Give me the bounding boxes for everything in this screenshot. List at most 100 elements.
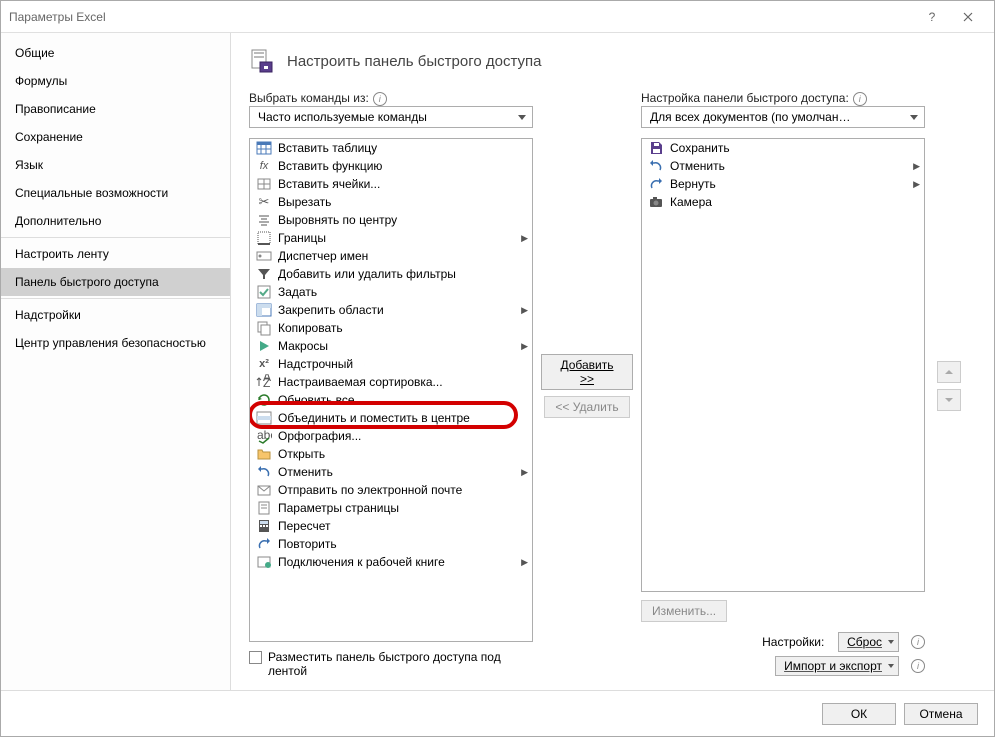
border-icon xyxy=(256,230,272,246)
info-icon[interactable]: i xyxy=(373,92,387,106)
command-item[interactable]: Повторить xyxy=(250,535,532,553)
command-item[interactable]: Копировать xyxy=(250,319,532,337)
command-item[interactable]: Макросы ▶ xyxy=(250,337,532,355)
sidebar-item[interactable]: Надстройки xyxy=(1,301,230,329)
sidebar-item[interactable]: Дополнительно xyxy=(1,207,230,235)
move-down-button[interactable] xyxy=(937,389,961,411)
table-icon xyxy=(256,140,272,156)
svg-text:abc: abc xyxy=(257,428,272,442)
category-sidebar: ОбщиеФормулыПравописаниеСохранениеЯзыкСп… xyxy=(1,33,231,690)
page-title: Настроить панель быстрого доступа xyxy=(287,53,541,70)
command-item[interactable]: Сохранить xyxy=(642,139,924,157)
recalc-icon xyxy=(256,518,272,534)
command-label: Параметры страницы xyxy=(278,501,528,515)
command-item[interactable]: Параметры страницы xyxy=(250,499,532,517)
page-icon xyxy=(256,500,272,516)
choose-commands-select[interactable]: Часто используемые команды xyxy=(249,106,533,128)
info-icon[interactable]: i xyxy=(911,635,925,649)
freeze-icon xyxy=(256,302,272,318)
current-qat-list[interactable]: СохранитьОтменить▶Вернуть▶Камера xyxy=(641,138,925,592)
command-item[interactable]: Отправить по электронной почте xyxy=(250,481,532,499)
command-item[interactable]: Вернуть▶ xyxy=(642,175,924,193)
command-item[interactable]: Обновить все xyxy=(250,391,532,409)
sidebar-item[interactable]: Специальные возможности xyxy=(1,179,230,207)
command-item[interactable]: AZНастраиваемая сортировка... xyxy=(250,373,532,391)
command-item[interactable]: Границы▶ xyxy=(250,229,532,247)
add-button[interactable]: Добавить >> xyxy=(541,354,633,390)
command-item[interactable]: ✂Вырезать xyxy=(250,193,532,211)
remove-button[interactable]: << Удалить xyxy=(544,396,629,418)
camera-icon xyxy=(648,194,664,210)
info-icon[interactable]: i xyxy=(911,659,925,673)
modify-button[interactable]: Изменить... xyxy=(641,600,727,622)
command-item[interactable]: Вставить таблицу xyxy=(250,139,532,157)
command-label: Пересчет xyxy=(278,519,528,533)
move-up-button[interactable] xyxy=(937,361,961,383)
command-label: Отправить по электронной почте xyxy=(278,483,528,497)
sidebar-item[interactable]: Центр управления безопасностью xyxy=(1,329,230,357)
command-item[interactable]: Задать xyxy=(250,283,532,301)
command-item[interactable]: abc Орфография... xyxy=(250,427,532,445)
ok-button[interactable]: ОК xyxy=(822,703,896,725)
refresh-icon xyxy=(256,392,272,408)
undo-icon xyxy=(648,158,664,174)
command-item[interactable]: Добавить или удалить фильтры xyxy=(250,265,532,283)
command-label: Настраиваемая сортировка... xyxy=(278,375,528,389)
settings-label: Настройки: xyxy=(762,635,830,649)
command-item[interactable]: Выровнять по центру xyxy=(250,211,532,229)
sidebar-item[interactable]: Настроить ленту xyxy=(1,240,230,268)
filter-icon xyxy=(256,266,272,282)
import-export-button[interactable]: Импорт и экспорт xyxy=(775,656,899,676)
command-label: Вставить таблицу xyxy=(278,141,528,155)
command-item[interactable]: Подключения к рабочей книге▶ xyxy=(250,553,532,571)
cancel-button[interactable]: Отмена xyxy=(904,703,978,725)
command-item[interactable]: x²Надстрочный xyxy=(250,355,532,373)
command-label: Вставить ячейки... xyxy=(278,177,528,191)
command-label: Макросы xyxy=(278,339,515,353)
sidebar-item[interactable]: Общие xyxy=(1,39,230,67)
copy-icon xyxy=(256,320,272,336)
command-label: Вырезать xyxy=(278,195,528,209)
dialog-footer: ОК Отмена xyxy=(1,690,994,736)
excel-options-window: Параметры Excel ? ОбщиеФормулыПравописан… xyxy=(0,0,995,737)
chevron-up-icon xyxy=(945,368,953,376)
submenu-arrow-icon: ▶ xyxy=(521,341,528,352)
sidebar-item[interactable]: Формулы xyxy=(1,67,230,95)
command-item[interactable]: Закрепить области▶ xyxy=(250,301,532,319)
command-item[interactable]: fxВставить функцию xyxy=(250,157,532,175)
command-item[interactable]: Открыть xyxy=(250,445,532,463)
customize-qat-select[interactable]: Для всех документов (по умолчан… xyxy=(641,106,925,128)
submenu-arrow-icon: ▶ xyxy=(521,305,528,316)
command-label: Повторить xyxy=(278,537,528,551)
command-label: Задать xyxy=(278,285,528,299)
conn-icon xyxy=(256,554,272,570)
command-label: Подключения к рабочей книге xyxy=(278,555,515,569)
reset-button[interactable]: Сброс xyxy=(838,632,899,652)
command-label: Орфография... xyxy=(278,429,528,443)
help-button[interactable]: ? xyxy=(914,3,950,31)
sidebar-item[interactable]: Правописание xyxy=(1,95,230,123)
command-item[interactable]: Вставить ячейки... xyxy=(250,175,532,193)
qat-header-icon xyxy=(249,47,277,75)
sidebar-item[interactable]: Сохранение xyxy=(1,123,230,151)
command-label: Выровнять по центру xyxy=(278,213,528,227)
command-item[interactable]: Камера xyxy=(642,193,924,211)
undo-icon xyxy=(256,464,272,480)
customize-qat-label: Настройка панели быстрого доступа: xyxy=(641,91,849,105)
command-item[interactable]: Диспетчер имен xyxy=(250,247,532,265)
center-icon xyxy=(256,212,272,228)
cells-icon xyxy=(256,176,272,192)
show-below-ribbon-checkbox[interactable] xyxy=(249,651,262,664)
close-button[interactable] xyxy=(950,3,986,31)
show-below-ribbon-label: Разместить панель быстрого доступа под л… xyxy=(268,650,508,678)
command-item[interactable]: Объединить и поместить в центре xyxy=(250,409,532,427)
command-item[interactable]: Отменить▶ xyxy=(642,157,924,175)
command-item[interactable]: Отменить▶ xyxy=(250,463,532,481)
available-commands-list[interactable]: Вставить таблицу fxВставить функцию Встави… xyxy=(249,138,533,642)
info-icon[interactable]: i xyxy=(853,92,867,106)
command-item[interactable]: Пересчет xyxy=(250,517,532,535)
command-label: Открыть xyxy=(278,447,528,461)
sidebar-item[interactable]: Панель быстрого доступа xyxy=(1,268,230,296)
close-icon xyxy=(963,12,973,22)
sidebar-item[interactable]: Язык xyxy=(1,151,230,179)
